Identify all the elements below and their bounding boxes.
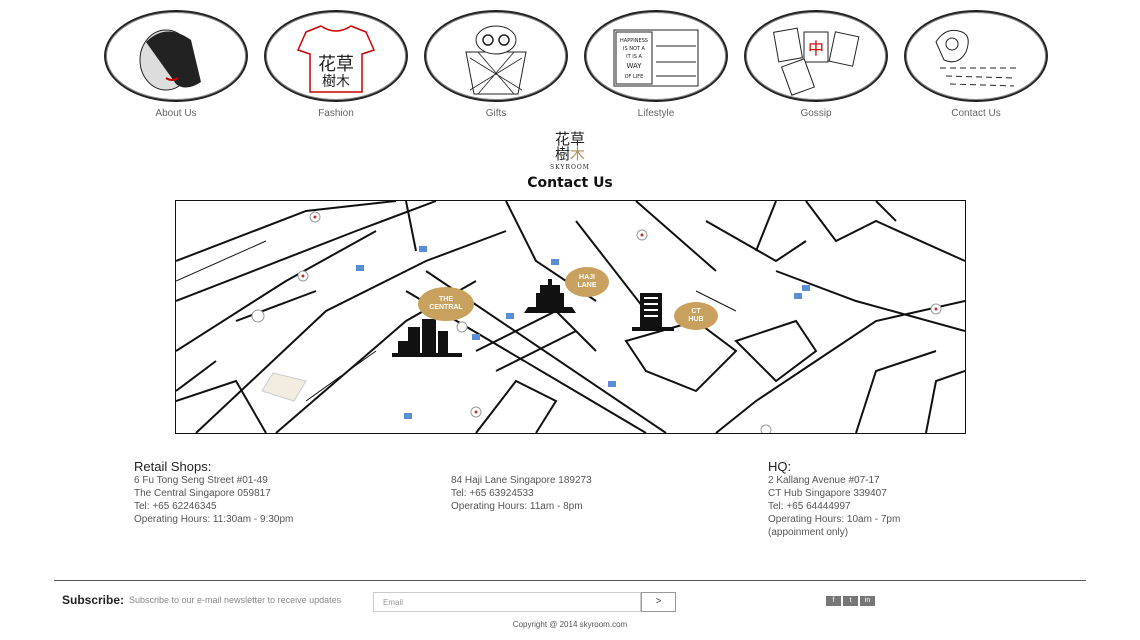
- svg-text:中: 中: [808, 39, 824, 58]
- footer-divider: [54, 580, 1086, 581]
- svg-text:花草: 花草: [318, 54, 354, 75]
- hq-heading: HQ:: [768, 459, 792, 474]
- basket-icon: [424, 10, 568, 102]
- social-links: f t in: [826, 596, 875, 606]
- store-location-map[interactable]: THE CENTRAL HAJI LANE CT HUB: [175, 200, 966, 434]
- top-navigation: About Us 花草 樹木 Fashion Gifts HAPPINESS I…: [96, 10, 1056, 119]
- building-icon-ct-hub: [632, 293, 674, 331]
- subscribe-section: Subscribe: Subscribe to our e-mail newsl…: [62, 593, 341, 607]
- map-badge-the-central[interactable]: THE CENTRAL: [418, 287, 474, 321]
- nav-label: Gifts: [485, 108, 507, 119]
- nav-label: Lifestyle: [637, 108, 675, 119]
- svg-text:HAPPINESS: HAPPINESS: [620, 38, 648, 44]
- twitter-icon[interactable]: t: [843, 596, 858, 606]
- address-line: The Central Singapore 059817: [134, 488, 271, 499]
- logo-mark: 花草 樹木: [555, 132, 585, 162]
- logo-line-2: 樹木: [555, 147, 585, 162]
- address-line: Operating Hours: 10am - 7pm: [768, 514, 901, 525]
- badge-line: CENTRAL: [429, 304, 463, 311]
- logo-line-2b: 木: [570, 145, 586, 163]
- badge-line: HAJI: [579, 274, 595, 281]
- linkedin-icon[interactable]: in: [860, 596, 875, 606]
- email-input[interactable]: Email: [373, 592, 641, 612]
- subscribe-label: Subscribe:: [62, 593, 125, 607]
- subscribe-description: Subscribe to our e-mail newsletter to re…: [129, 595, 342, 605]
- address-line: (appoinment only): [768, 527, 849, 538]
- logo-line-2a: 樹: [554, 145, 570, 163]
- address-line: Tel: +65 62246345: [134, 501, 217, 512]
- logo-sub: SKYROOM: [550, 164, 590, 171]
- address-line: 2 Kallang Avenue #07-17: [768, 475, 880, 486]
- address-line: 6 Fu Tong Seng Street #01-49: [134, 475, 268, 486]
- address-line: Tel: +65 63924533: [451, 488, 534, 499]
- map-badge-ct-hub[interactable]: CT HUB: [674, 302, 718, 330]
- site-logo[interactable]: 花草 樹木 SKYROOM: [0, 132, 1140, 172]
- nav-item-fashion[interactable]: 花草 樹木 Fashion: [256, 10, 416, 119]
- nav-item-contact-us[interactable]: Contact Us: [896, 10, 1056, 119]
- badge-line: CT: [691, 308, 701, 315]
- nav-item-about-us[interactable]: About Us: [96, 10, 256, 119]
- svg-text:IS NOT A: IS NOT A: [623, 46, 646, 52]
- nav-label: Fashion: [318, 108, 354, 119]
- page-title: Contact Us: [527, 175, 613, 191]
- badge-line: LANE: [577, 282, 597, 289]
- map-badge-haji-lane[interactable]: HAJI LANE: [565, 267, 609, 297]
- mahjong-tiles-icon: 中: [744, 10, 888, 102]
- nav-label: About Us: [155, 108, 197, 119]
- woman-portrait-icon: [104, 10, 248, 102]
- address-line: 84 Haji Lane Singapore 189273: [451, 475, 592, 486]
- telephone-icon: [904, 10, 1048, 102]
- address-line: CT Hub Singapore 339407: [768, 488, 887, 499]
- badge-line: THE: [438, 296, 453, 303]
- retail-heading: Retail Shops:: [134, 459, 212, 474]
- nav-item-lifestyle[interactable]: HAPPINESS IS NOT A IT IS A WAY OF LIFE L…: [576, 10, 736, 119]
- subscribe-submit-button[interactable]: >: [641, 592, 676, 612]
- facebook-icon[interactable]: f: [826, 596, 841, 606]
- nav-label: Gossip: [800, 108, 832, 119]
- retail-shops-address: Retail Shops: 6 Fu Tong Seng Street #01-…: [134, 460, 293, 526]
- svg-text:IT IS A: IT IS A: [626, 54, 642, 60]
- svg-text:樹木: 樹木: [322, 74, 350, 90]
- nav-item-gossip[interactable]: 中 Gossip: [736, 10, 896, 119]
- nav-item-gifts[interactable]: Gifts: [416, 10, 576, 119]
- svg-text:OF LIFE: OF LIFE: [625, 74, 644, 80]
- address-line: Operating Hours: 11:30am - 9:30pm: [134, 514, 294, 525]
- tshirt-icon: 花草 樹木: [264, 10, 408, 102]
- map-streets: [176, 201, 965, 433]
- badge-line: HUB: [688, 316, 704, 323]
- haji-lane-address: 84 Haji Lane Singapore 189273 Tel: +65 6…: [451, 474, 592, 513]
- hq-address: HQ: 2 Kallang Avenue #07-17 CT Hub Singa…: [768, 460, 900, 539]
- happiness-poster-icon: HAPPINESS IS NOT A IT IS A WAY OF LIFE: [584, 10, 728, 102]
- nav-label: Contact Us: [951, 108, 1001, 119]
- address-line: Operating Hours: 11am - 8pm: [451, 501, 583, 512]
- address-line: Tel: +65 64444997: [768, 501, 851, 512]
- svg-text:WAY: WAY: [626, 62, 642, 70]
- copyright: Copyright @ 2014 skyroom.com: [512, 620, 628, 629]
